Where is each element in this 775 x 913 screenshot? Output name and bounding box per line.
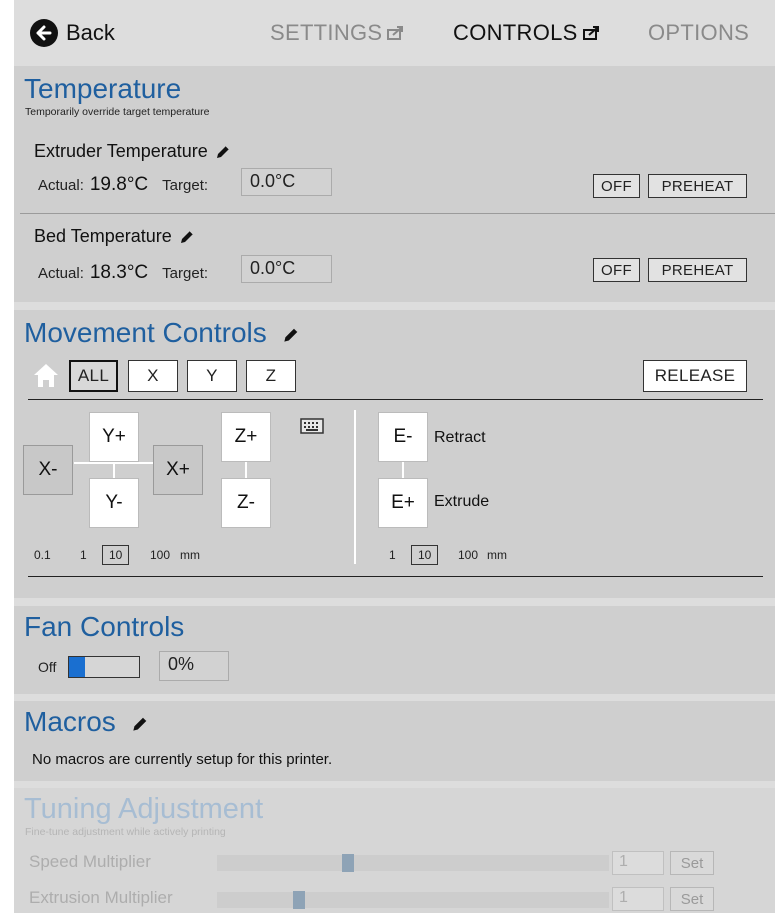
- jog-z-plus-button[interactable]: Z+: [221, 412, 271, 462]
- extruder-actual-value: 19.8°C: [89, 174, 149, 195]
- pencil-icon[interactable]: [178, 228, 196, 246]
- tuning-subtitle: Fine-tune adjustment while actively prin…: [25, 826, 226, 838]
- xyz-step-option[interactable]: 100: [150, 548, 170, 562]
- movement-vertical-divider: [354, 410, 356, 564]
- speed-multiplier-thumb[interactable]: [342, 854, 354, 872]
- movement-title: Movement Controls: [24, 317, 267, 348]
- movement-bottom-divider: [28, 576, 763, 577]
- movement-top-divider: [28, 399, 763, 400]
- external-link-icon: [582, 26, 599, 40]
- home-z-button[interactable]: Z: [246, 360, 296, 392]
- jog-y-plus-button[interactable]: Y+: [89, 412, 139, 462]
- tuning-title: Tuning Adjustment: [24, 793, 264, 825]
- xyz-step-option[interactable]: 1: [80, 548, 87, 562]
- jog-x-plus-button[interactable]: X+: [153, 445, 203, 495]
- extruder-temperature-label: Extruder Temperature: [34, 141, 208, 161]
- movement-title-row: Movement Controls: [24, 317, 301, 349]
- extruder-target-input[interactable]: 0.0°C: [241, 168, 332, 196]
- temperature-panel: Temperature Temporarily override target …: [14, 66, 775, 302]
- e-step-option[interactable]: 1: [389, 548, 396, 562]
- fan-speed-value: 0%: [159, 651, 229, 681]
- bed-preheat-button[interactable]: PREHEAT: [648, 258, 747, 282]
- fan-panel: Fan Controls Off: [14, 606, 775, 694]
- macros-panel: Macros No macros are currently setup for…: [14, 701, 775, 781]
- e-step-unit: mm: [487, 548, 507, 562]
- home-y-button[interactable]: Y: [187, 360, 237, 392]
- extrusion-multiplier-input[interactable]: 1: [612, 887, 664, 911]
- external-link-icon: [387, 26, 404, 40]
- retract-label: Retract: [434, 429, 486, 446]
- macros-empty-message: No macros are currently setup for this p…: [32, 751, 333, 768]
- fan-speed-slider[interactable]: [68, 656, 140, 678]
- extruder-readout-row: Actual: 19.8°C Target:: [38, 174, 208, 196]
- tab-options-label: OPTIONS: [648, 20, 750, 45]
- z-axis-connector: [245, 460, 247, 478]
- tab-options[interactable]: OPTIONS: [648, 20, 749, 46]
- temperature-title: Temperature: [24, 73, 182, 104]
- y-axis-connector: [113, 460, 115, 478]
- speed-multiplier-slider[interactable]: [217, 854, 609, 872]
- back-label: Back: [66, 20, 115, 45]
- jog-z-minus-button[interactable]: Z-: [221, 478, 271, 528]
- e-step-option-selected[interactable]: 10: [411, 545, 439, 565]
- bed-temperature-label-row: Bed Temperature: [34, 226, 196, 247]
- bed-temperature-label: Bed Temperature: [34, 226, 172, 246]
- back-arrow-icon: [30, 19, 58, 47]
- e-axis-connector: [402, 462, 404, 478]
- extruder-off-button[interactable]: OFF: [593, 174, 640, 198]
- fan-title: Fan Controls: [24, 611, 185, 642]
- fan-off-label: Off: [38, 659, 57, 675]
- tab-controls[interactable]: CONTROLS: [453, 20, 599, 46]
- extrude-label: Extrude: [434, 493, 490, 510]
- tab-controls-label: CONTROLS: [453, 20, 578, 45]
- xyz-step-option[interactable]: 0.1: [34, 548, 51, 562]
- speed-multiplier-set-button[interactable]: Set: [670, 851, 714, 875]
- xyz-step-option-selected[interactable]: 10: [102, 545, 130, 565]
- extrusion-multiplier-set-button[interactable]: Set: [670, 887, 714, 911]
- home-x-button[interactable]: X: [128, 360, 178, 392]
- bed-actual-value: 18.3°C: [89, 262, 149, 283]
- temperature-subtitle: Temporarily override target temperature: [25, 106, 210, 118]
- printer-control-app: Back SETTINGS CONTROLS OPTIONS Temperatu…: [14, 0, 775, 913]
- movement-panel: Movement Controls ALL X Y Z RELEASE X- Y…: [14, 310, 775, 598]
- top-navigation-bar: Back SETTINGS CONTROLS OPTIONS: [14, 0, 775, 66]
- xyz-step-selector: 0.1 1 10 100 mm: [34, 545, 334, 568]
- bed-off-button[interactable]: OFF: [593, 258, 640, 282]
- bed-target-input[interactable]: 0.0°C: [241, 255, 332, 283]
- xyz-step-unit: mm: [180, 548, 200, 562]
- tab-settings[interactable]: SETTINGS: [270, 20, 404, 46]
- release-button[interactable]: RELEASE: [643, 360, 747, 392]
- e-step-option[interactable]: 100: [458, 548, 478, 562]
- pencil-icon[interactable]: [214, 143, 232, 161]
- macros-title-row: Macros: [24, 706, 150, 738]
- extruder-target-label: Target:: [162, 176, 209, 194]
- temperature-divider: [20, 213, 775, 214]
- jog-y-minus-button[interactable]: Y-: [89, 478, 139, 528]
- jog-x-minus-button[interactable]: X-: [23, 445, 73, 495]
- home-icon[interactable]: [32, 362, 60, 388]
- bed-actual-label: Actual:: [38, 264, 84, 282]
- fan-slider-thumb[interactable]: [69, 657, 85, 677]
- home-all-button[interactable]: ALL: [69, 360, 118, 392]
- extrusion-multiplier-label: Extrusion Multiplier: [29, 888, 173, 907]
- extruder-temperature-label-row: Extruder Temperature: [34, 141, 232, 162]
- extruder-actual-label: Actual:: [38, 176, 84, 194]
- extruder-preheat-button[interactable]: PREHEAT: [648, 174, 747, 198]
- back-button[interactable]: Back: [30, 19, 115, 47]
- pencil-icon[interactable]: [281, 325, 301, 345]
- tab-settings-label: SETTINGS: [270, 20, 383, 45]
- jog-e-plus-button[interactable]: E+: [378, 478, 428, 528]
- extrusion-multiplier-slider[interactable]: [217, 891, 609, 909]
- jog-e-minus-button[interactable]: E-: [378, 412, 428, 462]
- speed-multiplier-input[interactable]: 1: [612, 851, 664, 875]
- speed-multiplier-label: Speed Multiplier: [29, 852, 151, 871]
- macros-title: Macros: [24, 706, 116, 737]
- extrusion-multiplier-thumb[interactable]: [293, 891, 305, 909]
- bed-target-label: Target:: [162, 264, 209, 282]
- pencil-icon[interactable]: [130, 714, 150, 734]
- bed-readout-row: Actual: 18.3°C Target:: [38, 262, 208, 284]
- keyboard-icon[interactable]: [300, 418, 324, 434]
- e-step-selector: 1 10 100 mm: [389, 545, 589, 568]
